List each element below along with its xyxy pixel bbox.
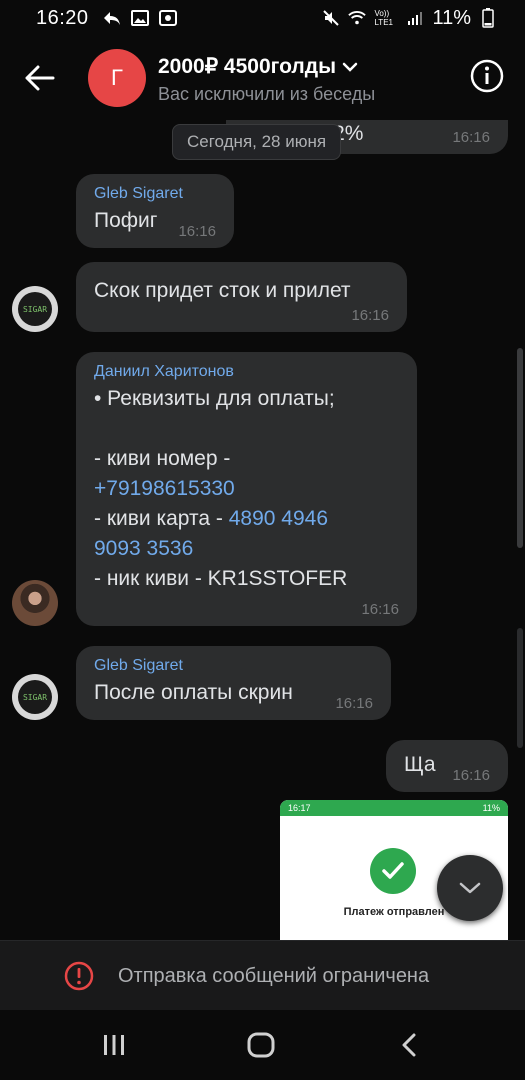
notification-icons (103, 9, 177, 27)
system-indicators: Vo)) LTE1 11% (322, 7, 497, 30)
reply-icon (103, 9, 121, 27)
date-separator: Сегодня, 28 июня (172, 124, 342, 160)
message-line-blank (94, 414, 399, 444)
chat-subtitle: Вас исключили из беседы (158, 84, 376, 104)
info-icon (470, 59, 504, 93)
scrollbar-track (517, 628, 523, 748)
wifi-icon (348, 9, 367, 27)
recent-apps-button[interactable] (97, 1030, 131, 1060)
battery-icon (479, 8, 497, 28)
gallery-icon (130, 9, 149, 27)
message-line: • Реквизиты для оплаты; (94, 387, 335, 410)
message-time: 16:16 (361, 601, 399, 618)
message-time: 16:16 (335, 695, 373, 712)
info-button[interactable] (469, 58, 505, 94)
chat-title-text: 2000₽ 4500голды (158, 55, 337, 78)
card-number-link[interactable]: 4890 4946 (229, 507, 328, 530)
lte-indicator: Vo)) LTE1 (374, 9, 393, 27)
scroll-down-button[interactable] (437, 855, 503, 921)
chat-header: Г 2000₽ 4500голды Вас исключили из бесед… (0, 36, 525, 120)
avatar[interactable] (12, 580, 58, 626)
signal-icon (406, 9, 424, 27)
system-nav-bar (0, 1010, 525, 1080)
back-nav-button[interactable] (392, 1030, 426, 1060)
message-time: 16:16 (452, 767, 490, 784)
status-time: 16:20 (36, 6, 89, 29)
preview-battery: 11% (482, 803, 500, 813)
scrollbar[interactable] (517, 348, 523, 548)
screenshot-icon (158, 9, 177, 27)
message-author[interactable]: Даниил Харитонов (94, 362, 399, 382)
restricted-bar: Отправка сообщений ограничена (0, 940, 525, 1010)
card-number-link-cont[interactable]: 9093 3536 (94, 534, 399, 564)
message-line: - киви карта - 4890 4946 (94, 504, 399, 534)
message-line: - киви номер - (94, 447, 231, 470)
chevron-down-icon (342, 62, 358, 72)
phone-link[interactable]: +79198615330 (94, 474, 399, 504)
arrow-left-icon (25, 65, 55, 91)
chat-title[interactable]: 2000₽ 4500голды (158, 54, 358, 79)
message-feed[interactable]: Т... я нет 2% 16:16 Сегодня, 28 июня Gle… (0, 120, 525, 940)
message-bubble[interactable]: Даниил Харитонов • Реквизиты для оплаты;… (76, 352, 417, 626)
message-text: Скок придет сток и прилет (94, 279, 351, 302)
avatar[interactable]: SIGAR (12, 286, 58, 332)
warning-icon (64, 961, 94, 991)
home-icon (247, 1032, 275, 1058)
message-bubble-outgoing[interactable]: Ща 16:16 (386, 740, 508, 792)
message-time: 16:16 (178, 223, 216, 240)
message-bubble[interactable]: Gleb Sigaret Пофиг 16:16 (76, 174, 234, 248)
battery-percent: 11% (432, 6, 471, 29)
message-author[interactable]: Gleb Sigaret (94, 184, 216, 204)
message-line: - ник киви - KR1SSTOFER (94, 567, 348, 590)
card-label: - киви карта - (94, 507, 229, 530)
restricted-text: Отправка сообщений ограничена (118, 965, 430, 987)
message-bubble[interactable]: Gleb Sigaret После оплаты скрин 16:16 (76, 646, 391, 720)
chat-avatar[interactable]: Г (88, 49, 146, 107)
preview-time: 16:17 (288, 803, 311, 813)
status-bar: 16:20 Vo)) LTE1 11% (0, 0, 525, 36)
avatar[interactable]: SIGAR (12, 674, 58, 720)
preview-status-bar: 16:17 11% (280, 800, 508, 816)
chevron-down-icon (459, 882, 481, 894)
avatar-label: SIGAR (18, 680, 52, 714)
mute-icon (322, 9, 340, 27)
home-button[interactable] (244, 1030, 278, 1060)
message-bubble[interactable]: Скок придет сток и прилет 16:16 (76, 262, 407, 332)
message-time: 16:16 (452, 129, 490, 146)
recents-icon (104, 1035, 124, 1055)
back-button[interactable] (22, 60, 58, 96)
message-text: После оплаты скрин (94, 681, 293, 704)
chevron-left-icon (402, 1033, 416, 1057)
message-author[interactable]: Gleb Sigaret (94, 656, 373, 676)
check-icon (370, 848, 416, 894)
avatar-label: SIGAR (18, 292, 52, 326)
message-time: 16:16 (351, 307, 389, 324)
